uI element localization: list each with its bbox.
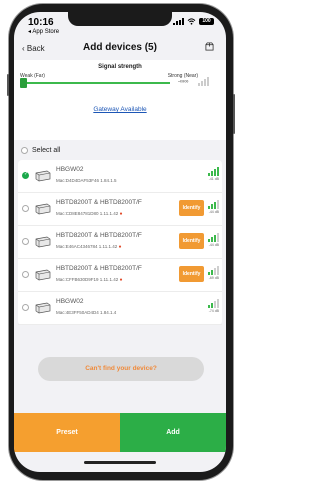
signal-bars-icon bbox=[207, 167, 219, 176]
rssi-db-value: -69 dB bbox=[208, 276, 219, 280]
select-all-label: Select all bbox=[32, 147, 61, 154]
device-mac-text: Mac:4E3FF50AD4D4 1.84.1.4 bbox=[56, 310, 117, 315]
back-to-app-store-link[interactable]: ◂ App Store bbox=[28, 28, 59, 35]
signal-bars-icon bbox=[198, 77, 209, 86]
device-icon bbox=[35, 236, 51, 248]
device-select-radio[interactable] bbox=[22, 205, 29, 212]
identify-button[interactable]: Identify bbox=[179, 233, 204, 249]
wifi-icon bbox=[187, 18, 196, 25]
device-name: HBTD8200T & HBTD8200T/F bbox=[56, 199, 142, 206]
app-screen: 10:16 ◂ App Store 100 ‹ Back Add devices… bbox=[14, 12, 226, 472]
signal-bars-icon bbox=[207, 299, 219, 308]
rssi-indicator: -74 dB bbox=[207, 299, 219, 319]
device-icon bbox=[35, 302, 51, 314]
add-button[interactable]: Add bbox=[120, 413, 226, 452]
rssi-indicator: -44 dB bbox=[207, 233, 219, 253]
device-select-radio[interactable] bbox=[22, 171, 29, 179]
device-icon bbox=[35, 170, 51, 182]
signal-bars-icon bbox=[207, 266, 219, 275]
select-all-radio[interactable] bbox=[21, 147, 28, 154]
nav-bar: ‹ Back Add devices (5) bbox=[14, 40, 226, 58]
rssi-db-value: -74 dB bbox=[208, 309, 219, 313]
device-row[interactable]: HBTD8200T & HBTD8200T/F Mac:CD8E84781D80 … bbox=[18, 193, 222, 226]
device-name: HBGW02 bbox=[56, 298, 84, 305]
wifi-status-icon: ● bbox=[119, 211, 123, 217]
device-mac: Mac:D4D4DAF53F46 1.84.1.5 bbox=[56, 178, 117, 183]
device-icon bbox=[35, 269, 51, 281]
rssi-indicator: -44 dB bbox=[207, 200, 219, 220]
rssi-indicator: -69 dB bbox=[207, 266, 219, 286]
device-select-radio[interactable] bbox=[22, 304, 29, 311]
device-mac-text: Mac:CD8E84781D80 1.11.1.42 bbox=[56, 211, 119, 216]
page-title: Add devices (5) bbox=[83, 42, 157, 53]
device-name: HBTD8200T & HBTD8200T/F bbox=[56, 265, 142, 272]
package-icon[interactable] bbox=[205, 42, 214, 51]
device-list: HBGW02 Mac:D4D4DAF53F46 1.84.1.5 -41 dB HBT… bbox=[18, 160, 222, 325]
device-mac: Mac:CD8E84781D80 1.11.1.42 ● bbox=[56, 211, 123, 217]
wifi-status-icon: ● bbox=[118, 244, 122, 250]
status-bar: 10:16 ◂ App Store 100 bbox=[14, 17, 226, 37]
status-icons: 100 bbox=[173, 18, 214, 25]
device-mac-text: Mac:E46AC4346784 1.11.1.42 bbox=[56, 244, 118, 249]
signal-strength-panel: Signal strength Weak (Far) Strong (Near)… bbox=[14, 60, 226, 140]
preset-button[interactable]: Preset bbox=[14, 413, 120, 452]
slider-end-value: -∞∞ bbox=[178, 79, 189, 85]
device-row[interactable]: HBGW02 Mac:D4D4DAF53F46 1.84.1.5 -41 dB bbox=[18, 160, 222, 193]
device-mac: Mac:4E3FF50AD4D4 1.84.1.4 bbox=[56, 310, 116, 315]
device-row[interactable]: HBTD8200T & HBTD8200T/F Mac:CFFB630D9F19 … bbox=[18, 259, 222, 292]
device-mac-text: Mac:CFFB630D9F19 1.11.1.42 bbox=[56, 277, 119, 282]
rssi-indicator: -41 dB bbox=[207, 167, 219, 187]
home-indicator bbox=[84, 461, 156, 464]
gateway-available-link[interactable]: Gateway Available bbox=[14, 106, 226, 113]
device-select-radio[interactable] bbox=[22, 271, 29, 278]
signal-bars-icon bbox=[207, 200, 219, 209]
bottom-action-bar: Preset Add bbox=[14, 413, 226, 452]
identify-button[interactable]: Identify bbox=[179, 200, 204, 216]
device-name: HBGW02 bbox=[56, 166, 84, 173]
rssi-db-value: -41 dB bbox=[208, 177, 219, 181]
device-select-radio[interactable] bbox=[22, 238, 29, 245]
status-time: 10:16 bbox=[28, 17, 54, 28]
select-all-checkbox[interactable]: Select all bbox=[21, 147, 60, 154]
device-icon bbox=[35, 203, 51, 215]
signal-slider-track[interactable] bbox=[20, 82, 170, 84]
battery-icon: 100 bbox=[199, 18, 214, 25]
device-mac: Mac:E46AC4346784 1.11.1.42 ● bbox=[56, 244, 122, 250]
signal-strength-label: Signal strength bbox=[98, 64, 142, 70]
rssi-db-value: -44 dB bbox=[208, 243, 219, 247]
device-mac: Mac:CFFB630D9F19 1.11.1.42 ● bbox=[56, 277, 123, 283]
cellular-signal-icon bbox=[173, 18, 184, 25]
device-row[interactable]: HBGW02 Mac:4E3FF50AD4D4 1.84.1.4 -74 dB bbox=[18, 292, 222, 325]
device-mac-text: Mac:D4D4DAF53F46 1.84.1.5 bbox=[56, 178, 117, 183]
identify-button[interactable]: Identify bbox=[179, 266, 204, 282]
signal-bars-icon bbox=[207, 233, 219, 242]
signal-slider-handle[interactable] bbox=[20, 78, 27, 88]
device-row[interactable]: HBTD8200T & HBTD8200T/F Mac:E46AC4346784 … bbox=[18, 226, 222, 259]
wifi-status-icon: ● bbox=[119, 277, 123, 283]
device-name: HBTD8200T & HBTD8200T/F bbox=[56, 232, 142, 239]
cant-find-device-button[interactable]: Can't find your device? bbox=[38, 357, 204, 381]
rssi-db-value: -44 dB bbox=[208, 210, 219, 214]
